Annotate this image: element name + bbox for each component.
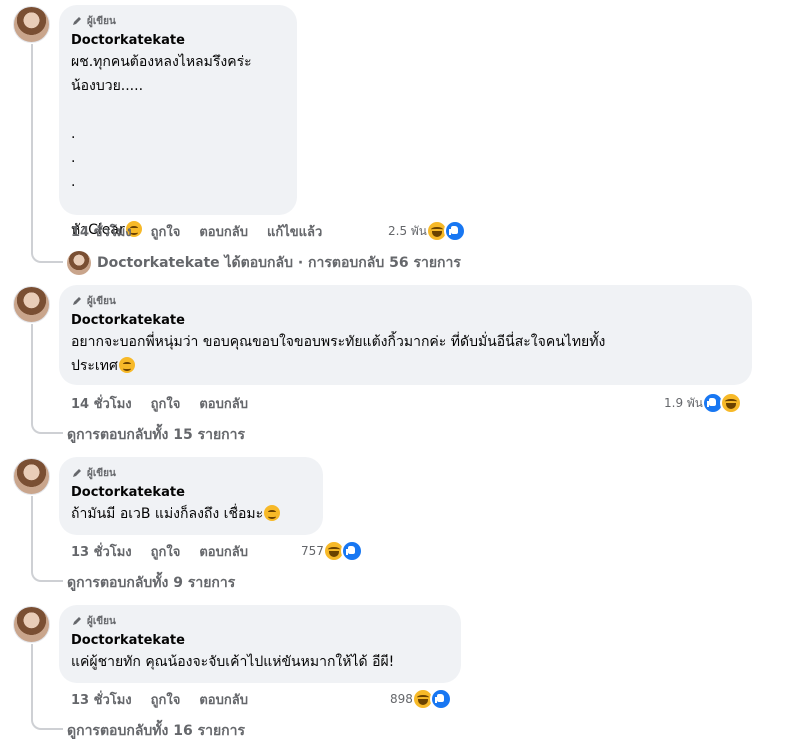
like-button[interactable]: ถูกใจ bbox=[151, 221, 181, 242]
comment-text: แค่ผู้ชายทัก คุณน้องจะจับเค้าไปแห่ขันหมา… bbox=[71, 654, 395, 670]
badge-label: ผู้เขียน bbox=[87, 615, 116, 627]
comment-author[interactable]: Doctorkatekate bbox=[71, 312, 740, 330]
like-icon bbox=[444, 220, 467, 242]
comment-actions: 13 ชั่วโมง ถูกใจ ตอบกลับ bbox=[71, 541, 267, 561]
view-replies-link[interactable]: Doctorkatekate ได้ตอบกลับ · การตอบกลับ 5… bbox=[67, 251, 461, 275]
pencil-icon bbox=[73, 297, 81, 305]
reactions-summary[interactable]: 757 bbox=[301, 540, 363, 562]
pencil-icon bbox=[73, 469, 81, 477]
comment-time[interactable]: 14 ชั่วโมง bbox=[71, 393, 132, 414]
avatar[interactable] bbox=[13, 606, 50, 643]
replies-text: ดูการตอบกลับทั้ง 9 รายการ bbox=[67, 575, 236, 591]
reactions-count: 2.5 พัน bbox=[388, 223, 428, 238]
comment-bubble: ผู้เขียน Doctorkatekate แค่ผู้ชายทัก คุณ… bbox=[59, 605, 461, 683]
haha-icon bbox=[720, 392, 743, 414]
thread-line bbox=[31, 496, 63, 582]
thread-line bbox=[31, 44, 63, 263]
comment-bubble: ผู้เขียน Doctorkatekate ถ้ามันมี อเวB แม… bbox=[59, 457, 323, 535]
reactions-summary[interactable]: 1.9 พัน bbox=[664, 392, 743, 414]
like-icon bbox=[429, 688, 452, 710]
replies-text: Doctorkatekate ได้ตอบกลับ · การตอบกลับ 5… bbox=[97, 255, 461, 271]
comment-text: ถ้ามันมี อเวB แม่งก็ลงถึง เชื่อมะ bbox=[71, 502, 311, 526]
comment-actions: 14 ชั่วโมง ถูกใจ ตอบกลับ bbox=[71, 393, 267, 413]
replies-text: ดูการตอบกลับทั้ง 16 รายการ bbox=[67, 723, 246, 739]
reactions-count: 757 bbox=[301, 544, 324, 558]
like-button[interactable]: ถูกใจ bbox=[151, 689, 181, 710]
replies-text: ดูการตอบกลับทั้ง 15 รายการ bbox=[67, 427, 246, 443]
relieved-emoji-icon bbox=[118, 357, 135, 373]
badge-label: ผู้เขียน bbox=[87, 15, 116, 27]
reactions-count: 1.9 พัน bbox=[664, 395, 704, 410]
edited-label[interactable]: แก้ไขแล้ว bbox=[267, 221, 322, 242]
reactions-summary[interactable]: 898 bbox=[390, 688, 452, 710]
comment-author[interactable]: Doctorkatekate bbox=[71, 32, 285, 50]
avatar[interactable] bbox=[13, 458, 50, 495]
badge-label: ผู้เขียน bbox=[87, 295, 116, 307]
reply-button[interactable]: ตอบกลับ bbox=[199, 689, 248, 710]
smirk-emoji-icon bbox=[264, 505, 281, 521]
author-badge: ผู้เขียน bbox=[71, 465, 311, 481]
pencil-icon bbox=[73, 617, 81, 625]
author-badge: ผู้เขียน bbox=[71, 613, 449, 629]
like-button[interactable]: ถูกใจ bbox=[151, 541, 181, 562]
author-badge: ผู้เขียน bbox=[71, 293, 740, 309]
comment-time[interactable]: 13 ชั่วโมง bbox=[71, 689, 132, 710]
reply-button[interactable]: ตอบกลับ bbox=[199, 221, 248, 242]
author-badge: ผู้เขียน bbox=[71, 13, 285, 29]
comment-actions: 13 ชั่วโมง ถูกใจ ตอบกลับ bbox=[71, 689, 267, 709]
like-icon bbox=[340, 540, 363, 562]
view-replies-link[interactable]: ดูการตอบกลับทั้ง 9 รายการ bbox=[67, 572, 235, 594]
comment-bubble: ผู้เขียน Doctorkatekate ผช.ทุกคนต้องหลงไ… bbox=[59, 5, 297, 238]
view-replies-link[interactable]: ดูการตอบกลับทั้ง 16 รายการ bbox=[67, 720, 245, 742]
comment-actions: 14 ชั่วโมง ถูกใจ ตอบกลับ แก้ไขแล้ว bbox=[71, 221, 341, 241]
like-button[interactable]: ถูกใจ bbox=[151, 393, 181, 414]
reply-button[interactable]: ตอบกลับ bbox=[199, 393, 248, 414]
avatar[interactable] bbox=[13, 6, 50, 43]
reactions-summary[interactable]: 2.5 พัน bbox=[388, 220, 467, 242]
thread-line bbox=[31, 644, 63, 730]
comment-time[interactable]: 14 ชั่วโมง bbox=[71, 221, 132, 242]
reactions-count: 898 bbox=[390, 692, 413, 706]
comment-author[interactable]: Doctorkatekate bbox=[71, 484, 311, 502]
comment-text: อยากจะบอกพี่หนุ่มว่า ขอบคุณขอบใจขอบพระทั… bbox=[71, 334, 606, 374]
view-replies-link[interactable]: ดูการตอบกลับทั้ง 15 รายการ bbox=[67, 424, 245, 446]
reply-avatar bbox=[67, 251, 91, 275]
badge-label: ผู้เขียน bbox=[87, 467, 116, 479]
comment-author[interactable]: Doctorkatekate bbox=[71, 632, 449, 650]
reply-button[interactable]: ตอบกลับ bbox=[199, 541, 248, 562]
comment-bubble: ผู้เขียน Doctorkatekate อยากจะบอกพี่หนุ่… bbox=[59, 285, 752, 385]
avatar[interactable] bbox=[13, 286, 50, 323]
comment-time[interactable]: 13 ชั่วโมง bbox=[71, 541, 132, 562]
thread-line bbox=[31, 324, 63, 434]
pencil-icon bbox=[73, 17, 81, 25]
comment-text: ผช.ทุกคนต้องหลงไหลมรึงคร่ะ น้องบวย..... … bbox=[71, 54, 252, 238]
